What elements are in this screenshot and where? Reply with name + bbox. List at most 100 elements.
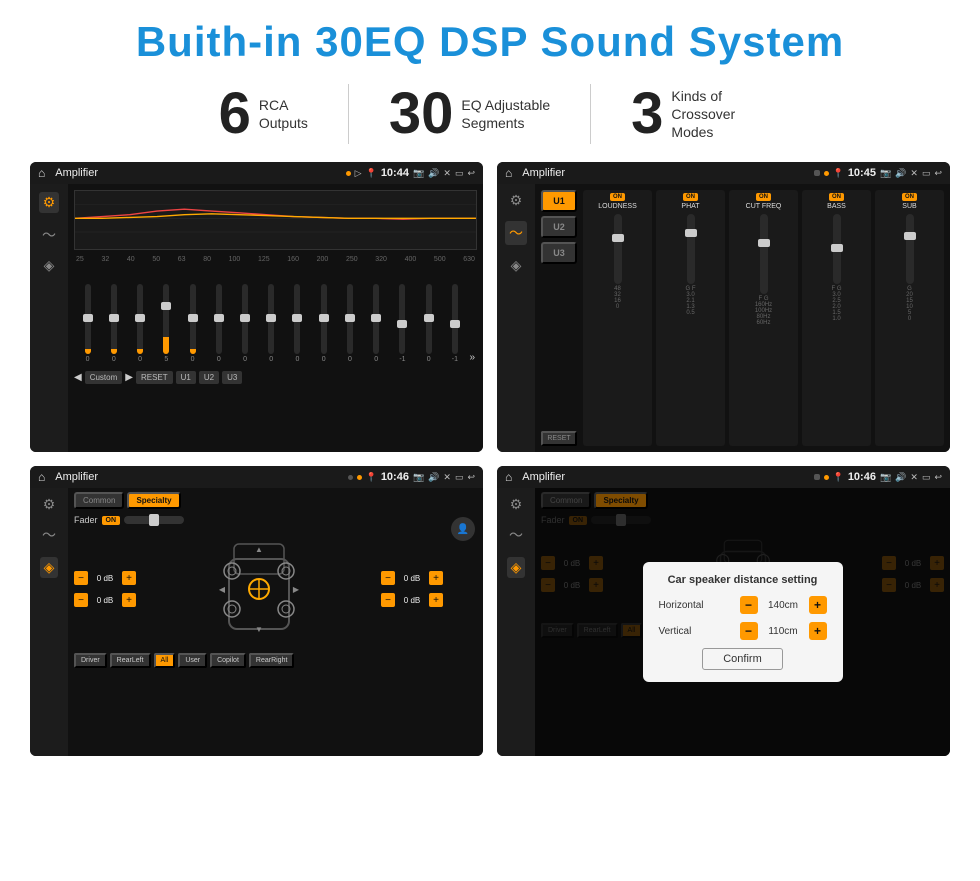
eq-u2-btn[interactable]: U2	[199, 371, 219, 384]
phat-slider[interactable]	[687, 214, 695, 284]
bass-slider[interactable]	[833, 214, 841, 284]
close-icon-4[interactable]: ✕	[910, 472, 918, 483]
db-minus-rr[interactable]: −	[381, 593, 395, 607]
home-icon-4[interactable]: ⌂	[505, 470, 512, 484]
dialog-label-vertical: Vertical	[659, 626, 719, 637]
screen3-title: Amplifier	[55, 471, 343, 483]
db-plus-rr[interactable]: +	[429, 593, 443, 607]
speaker-icon-2[interactable]: ◈	[511, 257, 522, 274]
wave-icon-2[interactable]: 〜	[505, 221, 527, 245]
speaker-icon-3[interactable]: ◈	[40, 557, 59, 578]
sub-slider[interactable]	[906, 214, 914, 284]
eq-u1-btn[interactable]: U1	[176, 371, 196, 384]
eq-slider-12[interactable]: 0	[365, 284, 388, 363]
close-icon-3[interactable]: ✕	[443, 472, 451, 483]
reset-button-crossover[interactable]: RESET	[541, 431, 577, 446]
status-time-2: 10:45	[848, 167, 876, 179]
copilot-btn[interactable]: Copilot	[210, 653, 246, 668]
fader-label: Fader	[74, 515, 98, 525]
eq-slider-11[interactable]: 0	[338, 284, 361, 363]
home-icon-2[interactable]: ⌂	[505, 166, 512, 180]
u1-button[interactable]: U1	[541, 190, 577, 212]
eq-prev-icon[interactable]: ◀	[74, 372, 82, 383]
loudness-module: ON LOUDNESS 48 32 16 0	[583, 190, 652, 446]
cutfreq-on-badge[interactable]: ON	[756, 193, 771, 201]
fader-on-badge[interactable]: ON	[102, 516, 121, 525]
bass-on-badge[interactable]: ON	[829, 193, 844, 201]
dialog-minus-horizontal[interactable]: −	[740, 596, 758, 614]
wave-icon-3[interactable]: 〜	[42, 525, 56, 545]
screen4-sidebar: ⚙ 〜 ◈	[497, 488, 535, 756]
eq-filter-icon-3[interactable]: ⚙	[43, 496, 56, 513]
volume-icon-3: 🔊	[428, 472, 439, 483]
confirm-button[interactable]: Confirm	[702, 648, 783, 670]
rearright-btn[interactable]: RearRight	[249, 653, 295, 668]
eq-slider-6[interactable]: 0	[207, 284, 230, 363]
loudness-slider[interactable]	[614, 214, 622, 284]
db-value-rr: 0 dB	[397, 596, 427, 605]
eq-slider-3[interactable]: 0	[128, 284, 151, 363]
db-plus-rl[interactable]: +	[122, 593, 136, 607]
user-btn[interactable]: User	[178, 653, 207, 668]
dialog-plus-vertical[interactable]: +	[809, 622, 827, 640]
back-icon-3[interactable]: ↩	[467, 472, 475, 483]
driver-btn[interactable]: Driver	[74, 653, 107, 668]
db-minus-fl[interactable]: −	[74, 571, 88, 585]
wave-icon-4[interactable]: 〜	[509, 525, 523, 545]
avatar-btn[interactable]: 👤	[451, 517, 475, 541]
eq-custom-btn[interactable]: Custom	[85, 371, 123, 384]
dialog-minus-vertical[interactable]: −	[740, 622, 758, 640]
home-icon-3[interactable]: ⌂	[38, 470, 45, 484]
cutfreq-slider[interactable]	[760, 214, 768, 294]
eq-slider-15[interactable]: -1	[443, 284, 466, 363]
camera-icon-3: 📷	[413, 472, 424, 483]
close-icon-2[interactable]: ✕	[910, 168, 918, 179]
speaker-icon[interactable]: ◈	[44, 257, 55, 274]
db-plus-fl[interactable]: +	[122, 571, 136, 585]
fader-track[interactable]	[124, 516, 184, 524]
eq-u3-btn[interactable]: U3	[222, 371, 242, 384]
eq-slider-2[interactable]: 0	[102, 284, 125, 363]
eq-reset-btn[interactable]: RESET	[136, 371, 173, 384]
eq-play-btn[interactable]: ▶	[125, 372, 133, 383]
status-dot-4	[824, 475, 829, 480]
tab-specialty[interactable]: Specialty	[127, 492, 180, 509]
back-icon-1[interactable]: ↩	[467, 168, 475, 179]
eq-expand-icon[interactable]: »	[470, 352, 476, 363]
home-icon-1[interactable]: ⌂	[38, 166, 45, 180]
rearleft-btn[interactable]: RearLeft	[110, 653, 151, 668]
wave-icon[interactable]: 〜	[42, 225, 56, 245]
eq-filter-icon[interactable]: ⚙	[39, 192, 60, 213]
fader-left-panel: Fader ON −	[74, 515, 443, 745]
dialog-value-vertical: 110cm	[761, 626, 806, 637]
u2-button[interactable]: U2	[541, 216, 577, 238]
sub-on-badge[interactable]: ON	[902, 193, 917, 201]
dialog-plus-horizontal[interactable]: +	[809, 596, 827, 614]
eq-slider-14[interactable]: 0	[417, 284, 440, 363]
eq-slider-10[interactable]: 0	[312, 284, 335, 363]
phat-on-badge[interactable]: ON	[683, 193, 698, 201]
db-plus-fr[interactable]: +	[429, 571, 443, 585]
eq-filter-icon-4[interactable]: ⚙	[510, 496, 523, 513]
back-icon-2[interactable]: ↩	[934, 168, 942, 179]
db-minus-rl[interactable]: −	[74, 593, 88, 607]
eq-slider-1[interactable]: 0	[76, 284, 99, 363]
dialog-label-horizontal: Horizontal	[659, 600, 719, 611]
db-minus-fr[interactable]: −	[381, 571, 395, 585]
eq-slider-9[interactable]: 0	[286, 284, 309, 363]
all-btn[interactable]: All	[154, 653, 176, 668]
tab-common[interactable]: Common	[74, 492, 124, 509]
speaker-icon-4[interactable]: ◈	[507, 557, 526, 578]
bass-label: BASS	[827, 203, 846, 210]
close-icon-1[interactable]: ✕	[443, 168, 451, 179]
u3-button[interactable]: U3	[541, 242, 577, 264]
loudness-on-badge[interactable]: ON	[610, 193, 625, 201]
eq-slider-8[interactable]: 0	[260, 284, 283, 363]
eq-slider-5[interactable]: 0	[181, 284, 204, 363]
back-icon-4[interactable]: ↩	[934, 472, 942, 483]
eq-slider-7[interactable]: 0	[233, 284, 256, 363]
eq-slider-4[interactable]: 5	[155, 284, 178, 363]
eq-filter-icon-2[interactable]: ⚙	[510, 192, 523, 209]
eq-slider-13[interactable]: -1	[391, 284, 414, 363]
svg-text:▼: ▼	[255, 625, 263, 634]
